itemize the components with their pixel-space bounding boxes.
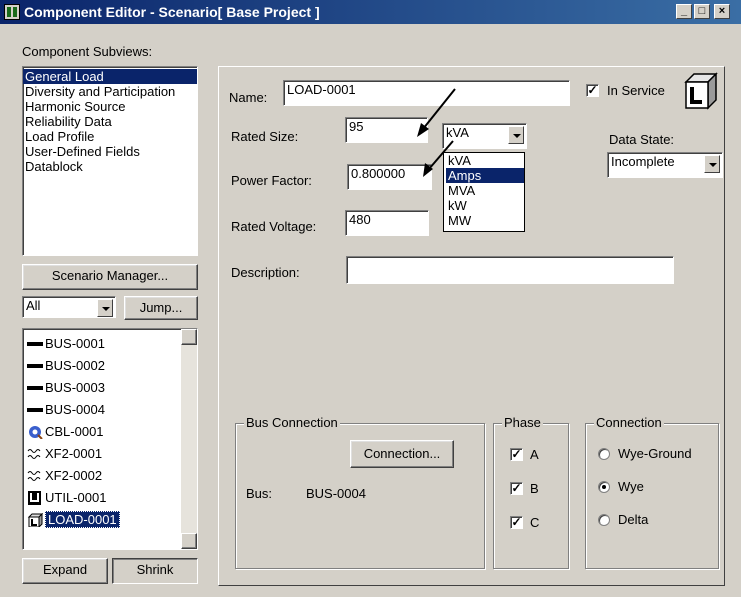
component-label: CBL-0001 [45,424,104,439]
component-list-item[interactable]: BUS-0002 [23,355,197,377]
scroll-down-button[interactable] [181,533,197,549]
phase-checkbox[interactable]: ✓ [510,516,523,529]
app-icon [4,4,20,20]
load-icon [27,512,44,529]
component-list-scrollbar[interactable] [181,329,197,549]
bus-connection-group: Bus Connection Connection... Bus: BUS-00… [235,415,485,569]
chevron-down-icon[interactable] [97,299,113,317]
window-title: Component Editor - Scenario[ Base Projec… [24,4,320,20]
component-list-item[interactable]: UTIL-0001 [23,487,197,509]
in-service-label: In Service [607,83,665,98]
subview-item[interactable]: Reliability Data [23,114,197,129]
power-factor-value: 0.800000 [351,166,406,181]
transformer-icon [27,469,43,483]
phase-group: Phase ✓ A ✓ B ✓ C [493,415,569,569]
unit-option[interactable]: MW [446,213,524,228]
rated-size-value: 95 [349,119,364,134]
unit-option[interactable]: MVA [446,183,524,198]
subviews-list[interactable]: General Load Diversity and Participation H… [22,66,198,256]
chevron-down-icon[interactable] [704,155,720,173]
component-list[interactable]: BUS-0001 BUS-0002 BUS-0003 BUS-0004 CBL-0001… [22,328,198,550]
chevron-down-icon[interactable] [508,126,524,144]
description-label: Description: [231,265,300,280]
bus-connection-title: Bus Connection [244,415,340,430]
maximize-button[interactable]: □ [694,4,710,19]
subview-item[interactable]: Harmonic Source [23,99,197,114]
power-factor-label: Power Factor: [231,173,312,188]
load-component-icon [684,72,718,110]
cable-icon [27,425,43,440]
name-value: LOAD-0001 [287,82,356,97]
connection-label: Wye [618,479,644,494]
close-button[interactable]: × [714,4,730,19]
transformer-icon [27,447,43,461]
in-service-checkbox[interactable]: ✓ [586,84,599,97]
data-state-value: Incomplete [611,154,675,169]
component-label: BUS-0001 [45,336,105,351]
bus-value: BUS-0004 [306,486,366,501]
utility-icon [27,491,43,505]
unit-option[interactable]: kW [446,198,524,213]
component-list-item[interactable]: LOAD-0001 [23,509,197,531]
expand-button[interactable]: Expand [22,558,108,584]
component-list-item[interactable]: BUS-0003 [23,377,197,399]
connection-group: Connection Wye-Ground Wye Delta [585,415,719,569]
connection-radio[interactable] [598,448,610,460]
title-bar[interactable]: Component Editor - Scenario[ Base Projec… [0,0,741,24]
component-label: BUS-0003 [45,380,105,395]
connection-radio[interactable] [598,514,610,526]
subview-item[interactable]: General Load [23,69,197,84]
phase-label: B [530,481,539,496]
subview-item[interactable]: Diversity and Participation [23,84,197,99]
subview-item[interactable]: Load Profile [23,129,197,144]
bus-icon [27,381,43,395]
description-field[interactable] [346,256,674,284]
component-label: XF2-0001 [45,446,103,461]
minimize-button[interactable]: _ [676,4,692,19]
component-list-item[interactable]: BUS-0001 [23,333,197,355]
bus-icon [27,403,43,417]
component-label: BUS-0002 [45,358,105,373]
rated-voltage-value: 480 [349,212,371,227]
scenario-manager-button[interactable]: Scenario Manager... [22,264,198,290]
connection-label: Wye-Ground [618,446,692,461]
data-state-select[interactable]: Incomplete [607,152,723,178]
component-label: XF2-0002 [45,468,103,483]
scroll-up-button[interactable] [181,329,197,345]
connection-title: Connection [594,415,664,430]
rated-voltage-label: Rated Voltage: [231,219,317,234]
component-label: UTIL-0001 [45,490,107,505]
subview-item[interactable]: Datablock [23,159,197,174]
bus-icon [27,359,43,373]
connection-radio[interactable] [598,481,610,493]
filter-value: All [26,298,41,313]
connection-label: Delta [618,512,649,527]
component-list-item[interactable]: CBL-0001 [23,421,197,443]
component-label: BUS-0004 [45,402,105,417]
phase-label: A [530,447,539,462]
filter-select[interactable]: All [22,296,116,318]
name-label: Name: [229,90,268,105]
general-load-panel: Name: LOAD-0001 ✓ In Service Rated Size:… [218,66,725,586]
phase-title: Phase [502,415,543,430]
phase-checkbox[interactable]: ✓ [510,448,523,461]
rated-size-label: Rated Size: [231,129,299,144]
subview-item[interactable]: User-Defined Fields [23,144,197,159]
component-list-item[interactable]: BUS-0004 [23,399,197,421]
component-list-item[interactable]: XF2-0001 [23,443,197,465]
data-state-label: Data State: [609,132,675,147]
component-list-item[interactable]: XF2-0002 [23,465,197,487]
component-editor-window: Component Editor - Scenario[ Base Projec… [0,0,741,597]
phase-label: C [530,515,540,530]
phase-checkbox[interactable]: ✓ [510,482,523,495]
annotation-arrows [417,88,456,177]
rated-voltage-field[interactable]: 480 [345,210,429,236]
connection-button[interactable]: Connection... [350,440,454,468]
bus-label: Bus: [246,486,273,501]
jump-button[interactable]: Jump... [124,296,198,320]
shrink-button[interactable]: Shrink [112,558,198,584]
component-label: LOAD-0001 [45,511,120,528]
subviews-label: Component Subviews: [22,44,153,59]
bus-icon [27,337,43,351]
